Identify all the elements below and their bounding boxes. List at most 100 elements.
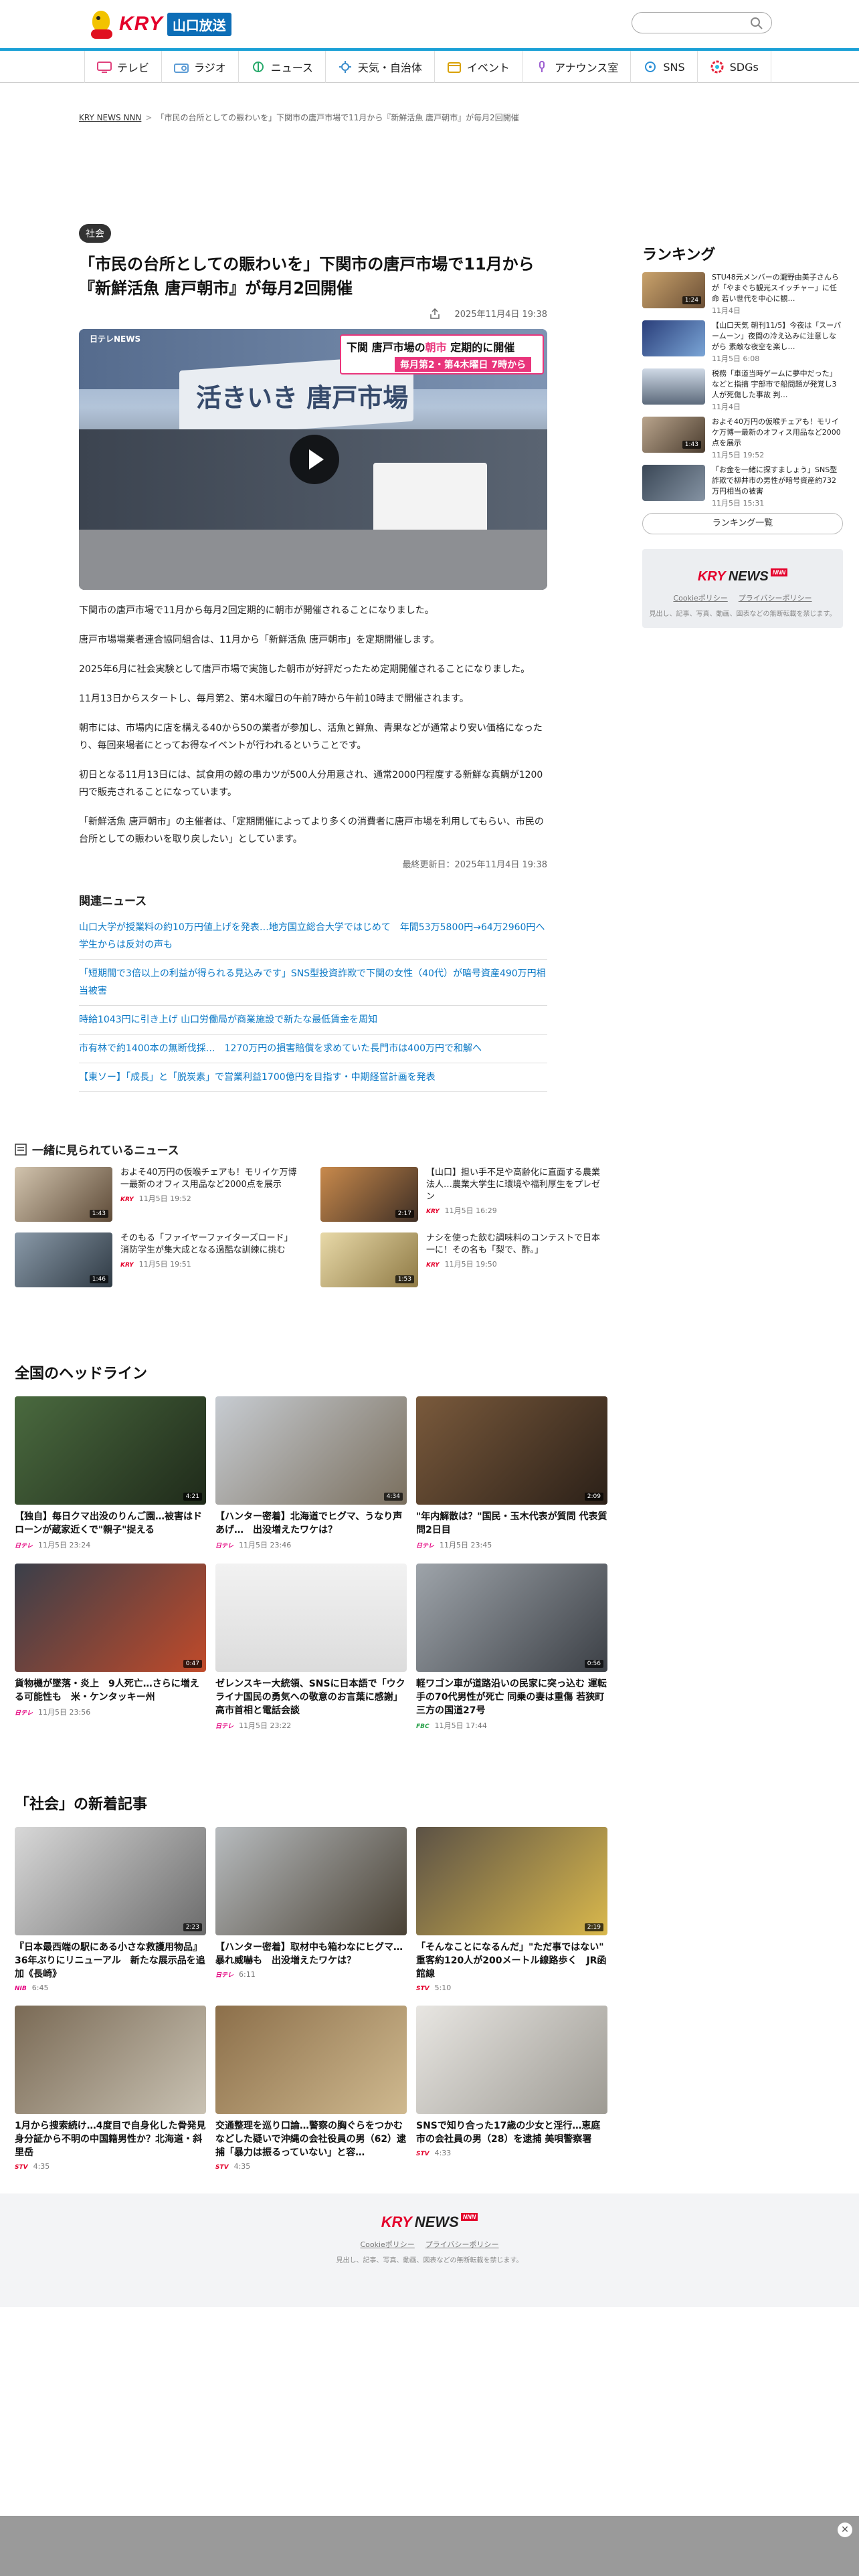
video-player[interactable]: 日テレNEWS 活きいき 唐戸市場 下関 唐戸市場の朝市 定期的に開催 毎月第2… (79, 329, 547, 590)
search-icon[interactable] (750, 17, 763, 30)
society-latest: 「社会」の新着記事 2:23 『日本最西端の駅にある小さな救護用物品』36年ぶりに… (15, 1792, 610, 2171)
society-date: 4:35 (33, 2162, 50, 2171)
logo-news: NEWS (728, 569, 769, 584)
related-heading: 関連ニュース (79, 895, 147, 908)
headline-card[interactable]: 0:47 貨物機が墜落・炎上 9人死亡…さらに増える可能性も 米・ケンタッキー州日… (15, 1564, 206, 1731)
play-button[interactable] (290, 435, 339, 484)
ranking-more-button[interactable]: ランキング一覧 (642, 513, 843, 534)
related-link[interactable]: 【東ソー】「成長」と「脱炭素」で営業利益1700億円を目指す・中期経営計画を発表 (79, 1063, 547, 1092)
sns-icon (645, 62, 656, 72)
nav-item-news[interactable]: ニュース (239, 51, 326, 83)
headline-thumb: 0:56 (416, 1564, 607, 1672)
breadcrumb-separator: > (145, 113, 153, 122)
nav-item-announce[interactable]: アナウンス室 (522, 51, 632, 83)
also-viewed-item[interactable]: 1:43 およそ40万円の仮喉チェアも！モリイケ万博一最新のオフィス用品など200… (15, 1167, 298, 1222)
video-duration: 2:09 (584, 1493, 603, 1501)
nav-label: 天気・自治体 (357, 62, 422, 74)
headline-card[interactable]: 2:09 "年内解散は？"国民・玉木代表が質問 代表質問2日目 日テレ 11月5日 2… (416, 1396, 607, 1550)
cookie-policy-link[interactable]: Cookieポリシー (673, 594, 727, 603)
society-title: 交通整理を巡り口論…警察の胸ぐらをつかむなどした疑いで沖縄の会社役員の男（62）… (215, 2121, 407, 2158)
related-link[interactable]: 市有林で約1400本の無断伐採… 1270万円の損害賠償を求めていた長門市は40… (79, 1035, 547, 1063)
headline-title: "年内解散は？"国民・玉木代表が質問 代表質問2日目 (416, 1511, 607, 1535)
nav-item-sns[interactable]: SNS (631, 51, 698, 83)
society-latest-heading: 「社会」の新着記事 (15, 1796, 148, 1813)
copyright-notice: 見出し、記事、写真、動画、図表などの無断転載を禁じます。 (336, 2257, 523, 2264)
also-viewed-item[interactable]: 1:46 そのもる「ファイヤーファイターズロード」消防学生が集大成となる過酷な訓練… (15, 1232, 298, 1287)
nav-item-weather[interactable]: 天気・自治体 (326, 51, 435, 83)
source-logo: KRY (120, 1196, 134, 1203)
search-input[interactable] (632, 12, 772, 33)
headline-card[interactable]: 4:34 【ハンター密着】北海道でヒグマ、うなり声あげ… 出没増えたワケは？ 日テレ… (215, 1396, 407, 1550)
society-card[interactable]: 2:19 「そんなことになるんだ」"ただ事ではない" 重客約120人が200メート… (416, 1827, 607, 1992)
ranking-date: 11月5日 19:52 (712, 451, 765, 459)
ranking-thumb: 1:43 (642, 417, 705, 453)
close-icon[interactable]: ✕ (838, 2523, 852, 2537)
also-viewed-date: 11月5日 16:29 (444, 1206, 497, 1215)
headline-title: 【ハンター密着】北海道でヒグマ、うなり声あげ… 出没増えたワケは？ (215, 1511, 403, 1535)
mic-icon (539, 61, 545, 72)
headline-title: ゼレンスキー大統領、SNSに日本語で「ウクライナ国民の勇気への敬意のお言葉に感謝… (215, 1679, 405, 1716)
society-card[interactable]: SNSで知り合った17歳の少女と淫行…恵庭市の会社員の男（28）を逮捕 美唄警察… (416, 2006, 607, 2171)
ranking-item[interactable]: 「お金を一緒に探すましょう」SNS型詐欺で柳井市の男性が暗号資産約732万円相当… (642, 465, 843, 508)
society-card[interactable]: 1月から捜索続け…4度目で自身化した骨発見 身分証から不明の中国籍男性か？北海道… (15, 2006, 215, 2171)
ranking-heading: ランキング (642, 247, 716, 263)
cookie-policy-link[interactable]: Cookieポリシー (360, 2240, 414, 2249)
nav-item-radio[interactable]: ラジオ (162, 51, 239, 83)
headline-thumb: 2:09 (416, 1396, 607, 1505)
breadcrumb-current: 「市民の台所としての賑わいを」下関市の唐戸市場で11月から『新鮮活魚 唐戸朝市』… (156, 113, 519, 122)
source-logo: FBC (416, 1723, 430, 1730)
source-logo: STV (416, 2151, 430, 2157)
also-viewed-heading: 一緒に見られているニュース (32, 1144, 179, 1158)
privacy-policy-link[interactable]: プライバシーポリシー (739, 594, 812, 603)
ranking-item[interactable]: 【山口天気 朝刊11/5】今夜は「スーパームーン」夜間の冷え込みに注意しながら … (642, 320, 843, 363)
overlay-ad-bar: ✕ (0, 2516, 859, 2576)
society-title: 【ハンター密着】取材中も箱わなにヒグマ…暴れ威嚇も 出没増えたワケは？ (215, 1942, 403, 1966)
source-logo: 日テレ (416, 1543, 435, 1549)
related-link[interactable]: 「短期間で3倍以上の利益が得られる見込みです」SNS型投資詐欺で下関の女性（40… (79, 960, 547, 1006)
breadcrumb-home[interactable]: KRY NEWS NNN (79, 113, 141, 122)
society-card[interactable]: 2:23 『日本最西端の駅にある小さな救護用物品』36年ぶりにリニューアル 新たな… (15, 1827, 206, 1992)
society-card[interactable]: 【ハンター密着】取材中も箱わなにヒグマ…暴れ威嚇も 出没増えたワケは？ 日テレ 6:… (215, 1827, 407, 1992)
video-duration: 1:43 (682, 441, 701, 449)
related-link[interactable]: 山口大学が授業料の約10万円値上げを発表…地方国立総合大学ではじめて 年間53万… (79, 914, 554, 960)
ranking-date: 11月4日 (712, 306, 741, 315)
source-logo: 日テレ (215, 1543, 234, 1549)
nav-item-tv[interactable]: テレビ (84, 51, 163, 83)
share-icon[interactable] (430, 308, 440, 319)
video-road (79, 530, 547, 590)
article-paragraph: 「新鮮活魚 唐戸朝市」の主催者は、「定期開催によってより多くの消費者に唐戸市場を… (79, 817, 544, 845)
source-logo: 日テレ (215, 1723, 234, 1730)
headline-card[interactable]: 4:21 【独自】毎日クマ出没のりんご園…被害はドローンが蔵家近くで"親子"捉える… (15, 1396, 206, 1550)
ranking-item[interactable]: 1:43 およそ40万円の仮喉チェアも！モリイケ万博一最新のオフィス用品など200… (642, 417, 843, 459)
nav-item-sdgs[interactable]: SDGs (698, 51, 771, 83)
also-viewed-item[interactable]: 1:53 ナシを使った飲む調味料のコンテストで日本一に！その名も「梨で、酢。」 KR… (320, 1232, 603, 1287)
policy-links: Cookieポリシー プライバシーポリシー (0, 2239, 859, 2250)
sdgs-icon (710, 60, 724, 74)
logo-news: NEWS (414, 2214, 459, 2230)
also-viewed-item[interactable]: 2:17 【山口】担い手不足や高齢化に直面する農業法人…農業大学生に環境や福利厚生… (320, 1167, 603, 1222)
nav-item-event[interactable]: イベント (435, 51, 522, 83)
society-date: 6:45 (31, 1983, 49, 1992)
radio-icon (174, 64, 189, 73)
headline-card[interactable]: ゼレンスキー大統領、SNSに日本語で「ウクライナ国民の勇気への敬意のお言葉に感謝… (215, 1564, 407, 1731)
headline-card[interactable]: 0:56 軽ワゴン車が道路沿いの民家に突っ込む 運転手の70代男性が死亡 同乗の妻… (416, 1564, 607, 1731)
ranking-title: 【山口天気 朝刊11/5】今夜は「スーパームーン」夜間の冷え込みに注意しながら … (712, 321, 842, 351)
also-viewed-title: およそ40万円の仮喉チェアも！モリイケ万博一最新のオフィス用品など2000点を展… (120, 1168, 297, 1190)
logo-tag: NNN (460, 2213, 478, 2221)
headline-date: 11月5日 23:56 (38, 1708, 91, 1717)
society-card[interactable]: 交通整理を巡り口論…警察の胸ぐらをつかむなどした疑いで沖縄の会社役員の男（62）… (215, 2006, 407, 2171)
related-link[interactable]: 時給1043円に引き上げ 山口労働局が商業施設で新たな最低賃金を周知 (79, 1006, 547, 1035)
ranking-thumb (642, 320, 705, 356)
breadcrumb: KRY NEWS NNN > 「市民の台所としての賑わいを」下関市の唐戸市場で11月… (79, 112, 587, 123)
privacy-policy-link[interactable]: プライバシーポリシー (425, 2240, 499, 2249)
mascot-icon (86, 7, 115, 41)
site-logo[interactable]: KRY 山口放送 (86, 5, 231, 43)
ranking-title: およそ40万円の仮喉チェアも！モリイケ万博一最新のオフィス用品など2000点を展… (712, 417, 841, 447)
society-thumb: 2:23 (15, 1827, 206, 1935)
category-badge[interactable]: 社会 (79, 224, 111, 243)
society-date: 4:35 (233, 2162, 251, 2171)
ranking-item[interactable]: 税務「車道当時ゲームに夢中だった」などと指摘 宇部市で船問題が発覚し3人が死傷し… (642, 368, 843, 411)
ranking-thumb (642, 465, 705, 501)
video-banner: 下関 唐戸市場の朝市 定期的に開催 毎月第2・第4木曜日 7時から (340, 334, 544, 374)
ranking-item[interactable]: 1:24 STU48元メンバーの瀧野由美子さんらが「やまぐち観光スイッチャー」に任… (642, 272, 843, 315)
